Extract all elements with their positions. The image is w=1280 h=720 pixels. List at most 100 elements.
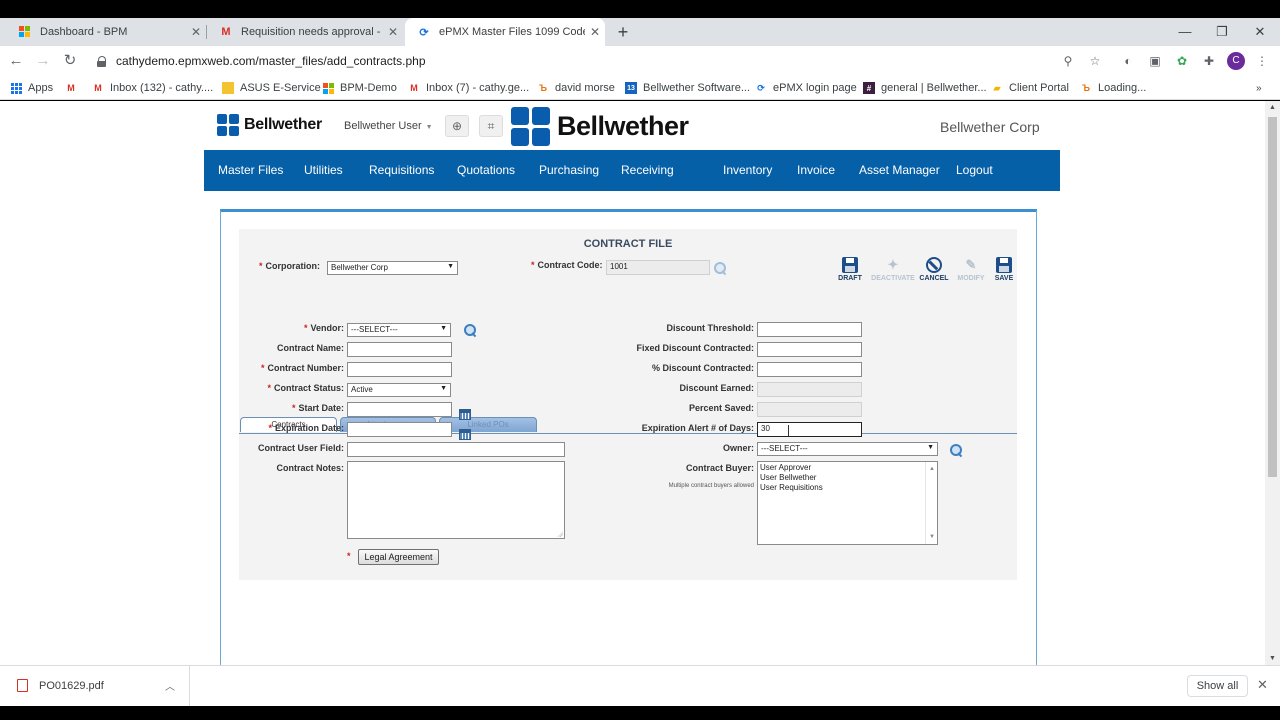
- expiration-date-input[interactable]: [347, 422, 452, 437]
- nav-master-files[interactable]: Master Files: [218, 163, 283, 177]
- discount-threshold-input[interactable]: [757, 322, 862, 337]
- zoom-icon[interactable]: ⚲: [1060, 53, 1076, 69]
- bookmarks-overflow-icon[interactable]: »: [1256, 80, 1262, 96]
- vendor-select[interactable]: ---SELECT--- ▼: [347, 323, 451, 337]
- listbox-scrollbar[interactable]: ▲ ▼: [925, 462, 937, 544]
- bellwether-logo-small[interactable]: Bellwether: [217, 114, 322, 136]
- bellwether-b-icon: Ъ: [1082, 83, 1090, 93]
- nav-asset-manager[interactable]: Asset Manager: [859, 163, 940, 177]
- forward-icon[interactable]: →: [33, 51, 53, 71]
- user-menu[interactable]: Bellwether User ▼: [344, 120, 433, 132]
- new-tab-icon[interactable]: +: [614, 18, 632, 46]
- deactivate-button[interactable]: ✦ DEACTIVATE: [871, 257, 915, 282]
- show-all-button[interactable]: Show all: [1187, 675, 1248, 697]
- close-icon[interactable]: ✕: [585, 25, 605, 39]
- pct-discount-input[interactable]: [757, 362, 862, 377]
- browser-tab-dashboard[interactable]: Dashboard - BPM ✕: [6, 18, 206, 46]
- page-scrollbar[interactable]: ▲ ▼: [1265, 101, 1280, 665]
- draft-button[interactable]: DRAFT: [835, 257, 865, 282]
- owner-search-icon[interactable]: [949, 443, 963, 457]
- reload-icon[interactable]: ↻: [60, 51, 80, 71]
- chevron-up-icon[interactable]: ︿: [165, 678, 175, 693]
- bookmark-apps[interactable]: Apps: [10, 80, 53, 96]
- extension-g-icon[interactable]: ▣: [1147, 53, 1163, 69]
- globe-icon[interactable]: ⊕: [445, 115, 469, 137]
- kebab-menu-icon[interactable]: ⋮: [1254, 53, 1270, 69]
- minimize-icon[interactable]: —: [1165, 18, 1205, 46]
- calendar-icon[interactable]: [459, 409, 471, 420]
- bookmark-client-portal[interactable]: ▰ Client Portal: [991, 80, 1069, 96]
- vendor-search-icon[interactable]: [463, 323, 477, 337]
- nav-inventory[interactable]: Inventory: [723, 163, 772, 177]
- list-item[interactable]: User Approver: [760, 463, 935, 473]
- contract-status-select[interactable]: Active ▼: [347, 383, 451, 397]
- back-icon[interactable]: ←: [6, 51, 26, 71]
- nav-invoice[interactable]: Invoice: [797, 163, 835, 177]
- calendar-icon[interactable]: [459, 429, 471, 440]
- download-item[interactable]: PO01629.pdf ︿: [0, 666, 190, 706]
- expiration-alert-input[interactable]: 30: [757, 422, 862, 437]
- window-close-icon[interactable]: ✕: [1240, 18, 1280, 46]
- bookmark-asus[interactable]: ASUS E-Service: [222, 80, 321, 96]
- nav-receiving[interactable]: Receiving: [621, 163, 674, 177]
- nav-purchasing[interactable]: Purchasing: [539, 163, 599, 177]
- scroll-up-icon[interactable]: ▲: [1265, 104, 1280, 111]
- bookmark-general-bellwether[interactable]: # general | Bellwether...: [863, 80, 987, 96]
- maximize-icon[interactable]: ❐: [1202, 18, 1242, 46]
- extension-icon[interactable]: ◐: [1120, 53, 1136, 69]
- close-icon[interactable]: ✕: [186, 25, 206, 39]
- scroll-down-icon[interactable]: ▼: [929, 532, 935, 542]
- contract-buyer-listbox[interactable]: User Approver User Bellwether User Requi…: [757, 461, 938, 545]
- calendar-icon: 13: [625, 82, 637, 94]
- contract-number-input[interactable]: [347, 362, 452, 377]
- list-item[interactable]: User Bellwether: [760, 473, 935, 483]
- scroll-down-icon[interactable]: ▼: [1265, 655, 1280, 662]
- bookmark-bellwether-software[interactable]: 13 Bellwether Software...: [625, 80, 750, 96]
- browser-tab-epmx[interactable]: ⟳ ePMX Master Files 1099 Code ✕: [405, 18, 605, 46]
- loading-spinner-icon: ⟳: [757, 82, 765, 93]
- search-icon[interactable]: [713, 261, 727, 275]
- nav-quotations[interactable]: Quotations: [457, 163, 515, 177]
- start-date-input[interactable]: [347, 402, 452, 417]
- tab-linked-pos[interactable]: Linked POs: [439, 417, 537, 432]
- cancel-button[interactable]: CANCEL: [919, 257, 949, 282]
- bookmark-loading[interactable]: Ъ Loading...: [1080, 80, 1146, 96]
- save-button[interactable]: SAVE: [989, 257, 1019, 282]
- bookmark-inbox-132[interactable]: M Inbox (132) - cathy....: [92, 80, 213, 96]
- modify-button[interactable]: ✎ MODIFY: [956, 257, 986, 282]
- bookmark-david-morse[interactable]: Ъ david morse: [537, 80, 615, 96]
- scroll-up-icon[interactable]: ▲: [929, 464, 935, 474]
- extensions-puzzle-icon[interactable]: ✚: [1201, 53, 1217, 69]
- resize-grip-icon[interactable]: [557, 531, 563, 537]
- close-icon[interactable]: ✕: [1257, 677, 1268, 693]
- bookmark-bpm-demo[interactable]: BPM-Demo: [322, 80, 397, 96]
- legal-agreement-button[interactable]: Legal Agreement: [358, 549, 439, 565]
- bookmark-gmail[interactable]: M: [65, 80, 83, 96]
- browser-tab-requisition[interactable]: M Requisition needs approval - sen ✕: [207, 18, 403, 46]
- fixed-discount-input[interactable]: [757, 342, 862, 357]
- corporation-select[interactable]: Bellwether Corp ▼: [327, 261, 458, 275]
- contract-notes-textarea[interactable]: [347, 461, 565, 539]
- chat-bubble-icon: ▰: [993, 82, 1001, 93]
- scrollbar-thumb[interactable]: [1268, 117, 1277, 477]
- fullscreen-icon[interactable]: ⌗: [479, 115, 503, 137]
- contract-name-input[interactable]: [347, 342, 452, 357]
- avatar[interactable]: C: [1227, 52, 1245, 70]
- bookmark-label: Bellwether Software...: [643, 82, 750, 94]
- bookmark-star-icon[interactable]: ☆: [1087, 53, 1103, 69]
- close-icon[interactable]: ✕: [383, 25, 403, 39]
- gmail-icon: M: [67, 83, 75, 93]
- owner-select[interactable]: ---SELECT--- ▼: [757, 442, 938, 456]
- extension-grammarly-icon[interactable]: ✿: [1174, 53, 1190, 69]
- contract-user-field-input[interactable]: [347, 442, 565, 457]
- nav-logout[interactable]: Logout: [956, 163, 993, 177]
- nav-utilities[interactable]: Utilities: [304, 163, 343, 177]
- bookmark-inbox-7[interactable]: M Inbox (7) - cathy.ge...: [408, 80, 529, 96]
- corporation-title: Bellwether Corp: [940, 119, 1040, 135]
- bookmark-epmx-login[interactable]: ⟳ ePMX login page: [755, 80, 857, 96]
- url-bar[interactable]: cathydemo.epmxweb.com/master_files/add_c…: [96, 50, 1108, 72]
- nav-requisitions[interactable]: Requisitions: [369, 163, 434, 177]
- discount-earned-field: [757, 382, 862, 397]
- save-disk-icon: [996, 257, 1012, 273]
- list-item[interactable]: User Requisitions: [760, 483, 935, 493]
